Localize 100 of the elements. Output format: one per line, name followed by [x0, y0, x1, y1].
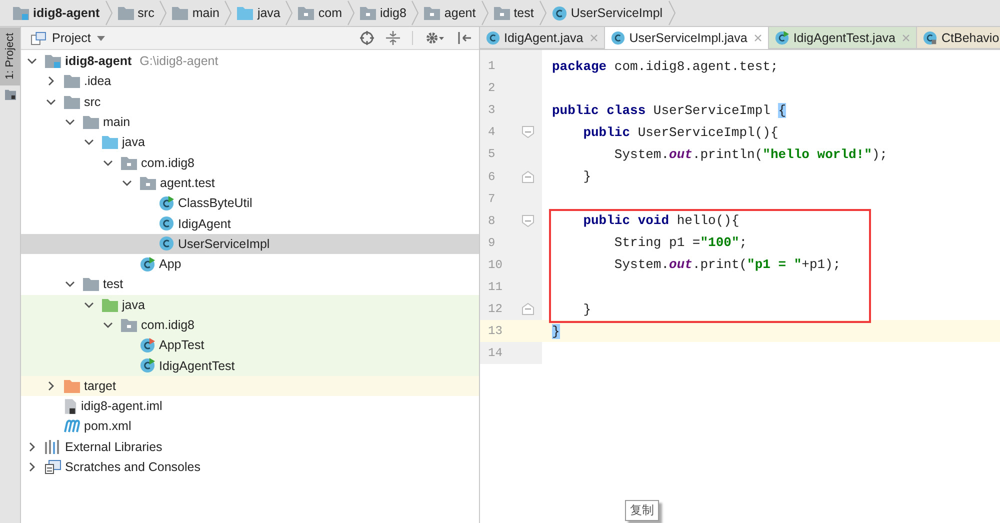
settings-icon[interactable] [425, 31, 445, 45]
window-icon [31, 32, 46, 44]
tree-item[interactable]: pom.xml [21, 416, 479, 437]
chevron-right-icon[interactable] [46, 76, 56, 86]
folder-icon [424, 6, 440, 20]
runnable-class-icon [159, 196, 174, 211]
code-line: public class UserServiceImpl { [552, 102, 786, 118]
file-icon [64, 398, 77, 414]
tree-item[interactable]: IdigAgent [21, 213, 479, 234]
line-number: 1 [487, 59, 496, 74]
maven-icon [64, 419, 80, 434]
line-number: 2 [487, 81, 496, 96]
folder-icon [4, 89, 16, 100]
runnable-class-icon [140, 338, 155, 353]
class-icon [486, 30, 500, 44]
chevron-down-icon[interactable] [65, 117, 75, 128]
tree-item[interactable]: main [21, 112, 479, 132]
line-number: 6 [487, 170, 496, 184]
chevron-down-icon[interactable] [122, 178, 132, 188]
folder-icon [140, 176, 156, 190]
runnable-class-icon [140, 358, 155, 374]
breadcrumb-item[interactable]: test [488, 6, 539, 20]
code-line: package com.idig8.agent.test; [552, 58, 778, 74]
code-line: } [582, 302, 592, 317]
folder-icon [118, 6, 134, 20]
chevron-down-icon[interactable] [65, 279, 75, 290]
tree-item[interactable]: idig8-agent.iml [21, 396, 479, 416]
tree-item[interactable]: target [21, 376, 479, 396]
tree-item[interactable]: idig8-agent G:\idig8-agent [21, 51, 479, 72]
chevron-right-icon[interactable] [27, 462, 37, 472]
tree-item[interactable]: External Libraries [21, 436, 479, 457]
chevron-down-icon[interactable] [103, 320, 113, 330]
tooltip: 复制 [625, 500, 659, 521]
tree-item[interactable]: App [21, 254, 479, 274]
chevron-down-icon[interactable] [84, 300, 94, 310]
locate-icon[interactable] [360, 31, 374, 45]
editor-tab[interactable]: CtBehavio [917, 27, 1000, 49]
breadcrumb-item[interactable]: main [167, 6, 224, 20]
libraries-icon [45, 440, 61, 454]
code-line: } [582, 169, 592, 184]
folder-icon [298, 6, 314, 20]
chevron-right-icon[interactable] [46, 380, 56, 391]
tree-item[interactable]: AppTest [21, 335, 479, 356]
editor-tab[interactable]: IdigAgentTest.java [769, 27, 918, 49]
tree-item[interactable]: com.idig8 [21, 314, 479, 336]
chevron-icon [538, 0, 547, 26]
tree-item[interactable]: com.idig8 [21, 152, 479, 173]
tree-item[interactable]: ClassByteUtil [21, 193, 479, 214]
tree-item[interactable]: UserServiceImpl [21, 234, 479, 254]
runnable-class-icon [140, 256, 155, 272]
breadcrumb-item[interactable]: idig8-agent [8, 6, 105, 20]
tree-item[interactable]: java [21, 294, 479, 315]
chevron-down-icon[interactable] [27, 56, 37, 66]
tree-item[interactable]: src [21, 92, 479, 112]
code-line: System.out.print("p1 = "+p1); [613, 257, 841, 272]
fold-marker-icon[interactable] [522, 214, 534, 227]
folder-icon [64, 378, 80, 393]
folder-icon [121, 156, 137, 170]
folder-icon [83, 115, 99, 130]
line-number: 9 [487, 236, 496, 250]
tree-item[interactable]: .idea [21, 71, 479, 92]
breadcrumb-item[interactable]: java [232, 6, 286, 20]
console-icon [45, 460, 61, 474]
chevron-down-icon[interactable] [84, 137, 94, 148]
fold-marker-icon[interactable] [522, 170, 534, 183]
caret-icon[interactable] [96, 36, 105, 40]
class-icon [923, 30, 938, 44]
folder-icon [83, 277, 99, 292]
editor-tab[interactable]: IdigAgent.java [480, 27, 606, 49]
chevron-icon [668, 0, 676, 26]
folder-icon [121, 318, 137, 332]
class-icon [159, 216, 174, 232]
line-number: 11 [487, 280, 504, 294]
project-tool-tab[interactable]: 1: Project [0, 27, 20, 86]
panel-title[interactable]: Project [52, 31, 91, 45]
editor-tab[interactable]: UserServiceImpl.java [605, 27, 770, 49]
tree-item[interactable]: IdigAgentTest [21, 355, 479, 376]
chevron-right-icon[interactable] [27, 442, 37, 452]
fold-marker-icon[interactable] [522, 126, 534, 138]
tree-item[interactable]: java [21, 132, 479, 152]
hide-icon[interactable] [457, 31, 471, 45]
project-path: G:\idig8-agent [140, 54, 218, 68]
folder-icon [237, 6, 254, 20]
tree-item[interactable]: agent.test [21, 172, 479, 194]
breadcrumb-item[interactable]: com [293, 6, 347, 20]
line-number: 10 [487, 258, 504, 272]
tree-item[interactable]: test [21, 274, 479, 295]
line-number: 4 [487, 125, 496, 140]
breadcrumb-item[interactable]: agent [419, 6, 481, 20]
chevron-icon [411, 0, 420, 26]
tree-item[interactable]: Scratches and Consoles [21, 456, 479, 478]
breadcrumb-item[interactable]: idig8 [355, 6, 412, 20]
chevron-down-icon[interactable] [103, 158, 113, 168]
folder-icon [102, 298, 118, 312]
breadcrumb-item[interactable]: src [112, 6, 160, 20]
line-number: 14 [487, 346, 504, 360]
fold-marker-icon[interactable] [522, 303, 534, 316]
chevron-down-icon[interactable] [46, 96, 56, 107]
breadcrumb-item[interactable]: UserServiceImpl [546, 6, 668, 20]
collapse-icon[interactable] [386, 31, 400, 45]
